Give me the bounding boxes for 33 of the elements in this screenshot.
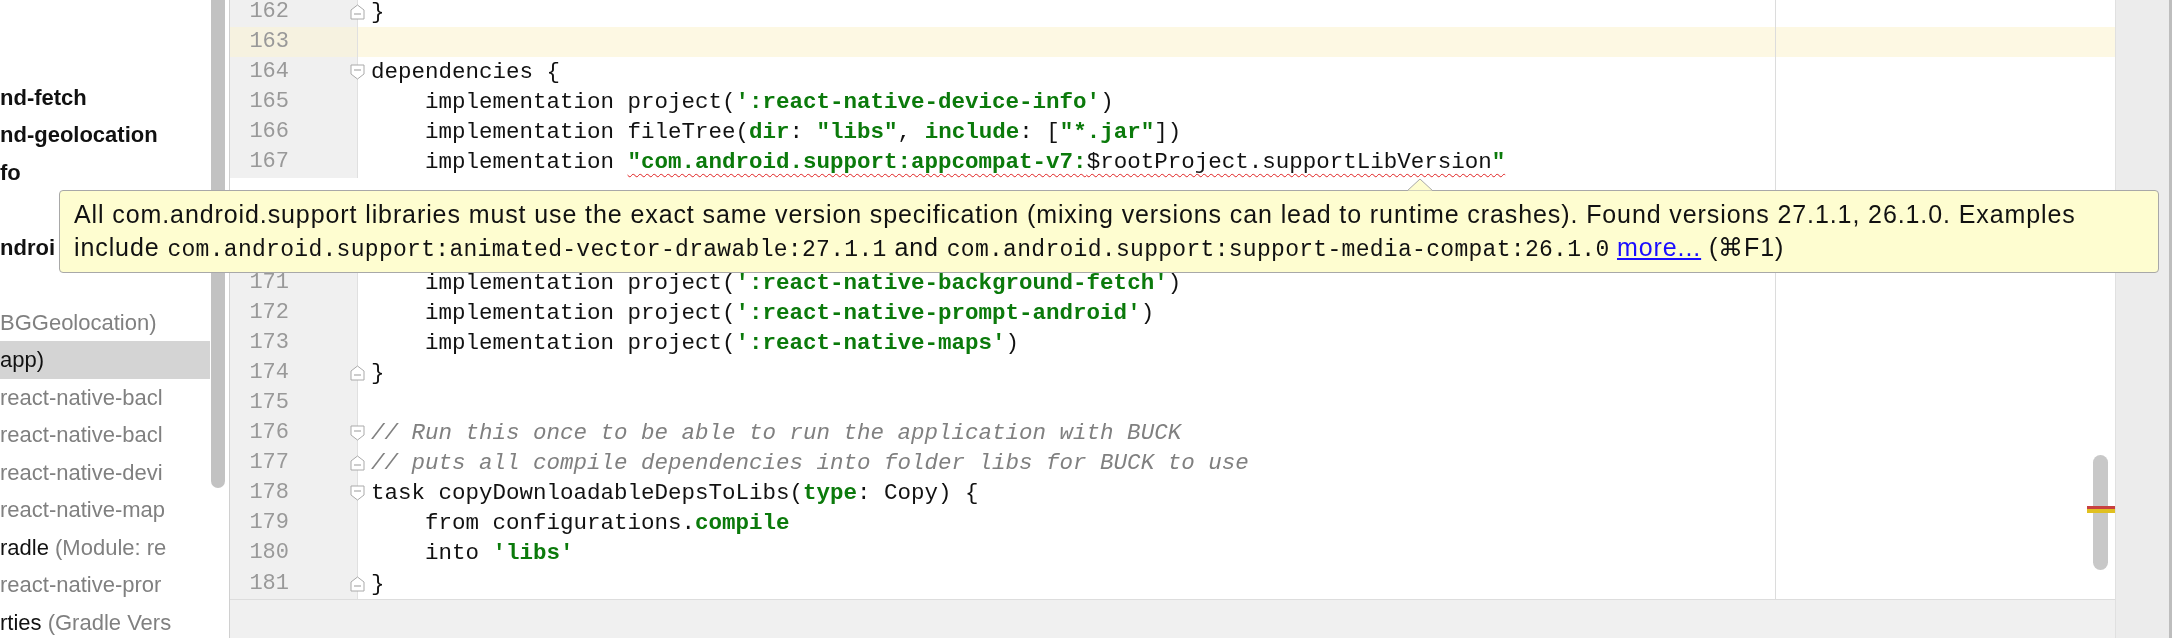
line-number: 173 xyxy=(249,329,289,355)
line-number: 175 xyxy=(249,389,289,415)
line-number: 174 xyxy=(249,359,289,385)
tooltip-text: All com.android.support libraries must use the exact same version specification (mixing versions can lead to runtime crashes). Found versions 27.1.1, 26.1.0. Examples include com.android.support:animated-vector-drawable:27.1.1 and com.android.support:support-media-compat:26.1.0 more... (⌘F1) xyxy=(74,198,2077,265)
code-line: implementation project(':react-native-device-info') xyxy=(424,88,1114,118)
code-line: } xyxy=(370,358,385,388)
line-number: 172 xyxy=(249,299,289,325)
line-number: 176 xyxy=(249,420,289,446)
line-number: 171 xyxy=(249,269,289,295)
line-number: 164 xyxy=(249,59,289,85)
code-line: from configurations.compile xyxy=(424,509,790,539)
code-line: implementation project(':react-native-maps') xyxy=(424,328,1020,358)
line-number: 165 xyxy=(249,89,289,115)
code-line: // Run this once to be able to run the application with BUCK xyxy=(370,419,1182,449)
code-line: } xyxy=(370,0,385,27)
line-number: 177 xyxy=(249,450,289,476)
code-line: } xyxy=(370,569,385,599)
code-line: implementation project(':react-native-prompt-android') xyxy=(424,298,1155,328)
line-number: 178 xyxy=(249,480,289,506)
line-number: 179 xyxy=(249,510,289,536)
code-line: task copyDownloadableDepsToLibs(type: Copy) { xyxy=(370,479,979,509)
code-line: into 'libs' xyxy=(424,539,574,569)
code-line: implementation fileTree(dir: "libs", include: ["*.jar"]) xyxy=(424,118,1182,148)
code-line: // puts all compile dependencies into folder libs for BUCK to use xyxy=(370,449,1249,479)
code-line: dependencies { xyxy=(370,58,561,88)
line-number: 167 xyxy=(249,149,289,175)
line-number: 180 xyxy=(249,540,289,566)
line-number: 162 xyxy=(249,0,289,24)
line-number: 181 xyxy=(249,570,289,596)
code-line: implementation project(':react-native-background-fetch') xyxy=(424,268,1182,298)
line-number: 166 xyxy=(249,119,289,145)
line-number: 163 xyxy=(249,29,289,55)
code-line: implementation "com.android.support:appcompat-v7:$rootProject.supportLibVersion" xyxy=(424,148,1506,178)
